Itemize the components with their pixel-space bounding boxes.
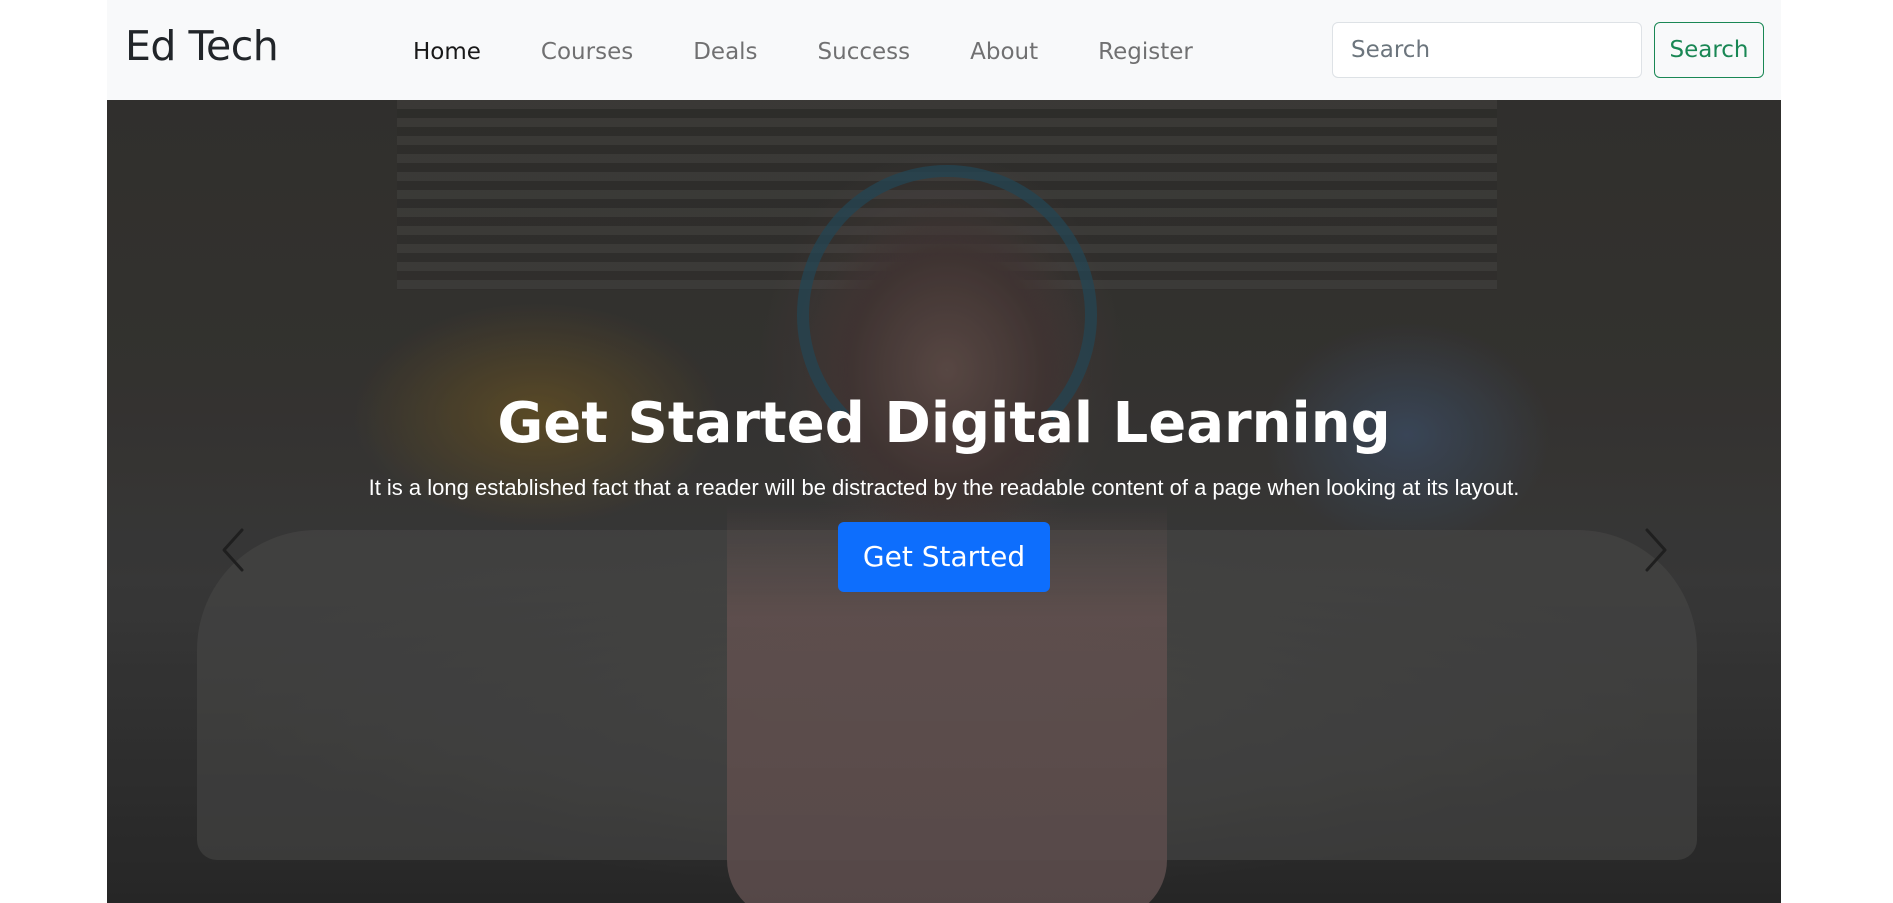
brand-logo[interactable]: Ed Tech [125, 20, 279, 72]
hero-carousel: Get Started Digital Learning It is a lon… [107, 100, 1781, 903]
get-started-button[interactable]: Get Started [837, 522, 1051, 592]
search-input[interactable] [1332, 22, 1642, 78]
hero-title: Get Started Digital Learning [497, 391, 1391, 456]
nav-link-courses[interactable]: Courses [541, 39, 633, 65]
nav-link-register[interactable]: Register [1098, 39, 1193, 65]
nav-link-deals[interactable]: Deals [693, 39, 757, 65]
top-navbar: Ed Tech Home Courses Deals Success About… [107, 0, 1781, 100]
nav-links: Home Courses Deals Success About Registe… [413, 36, 1253, 68]
hero-caption: Get Started Digital Learning It is a lon… [337, 388, 1551, 592]
carousel-next-button[interactable] [1637, 520, 1677, 580]
page: Ed Tech Home Courses Deals Success About… [107, 0, 1781, 903]
search-button[interactable]: Search [1654, 22, 1764, 78]
chevron-left-icon [222, 528, 244, 572]
nav-link-home[interactable]: Home [413, 39, 481, 65]
nav-link-about[interactable]: About [970, 39, 1038, 65]
carousel-prev-button[interactable] [212, 520, 252, 580]
chevron-right-icon [1645, 528, 1667, 572]
nav-link-success[interactable]: Success [818, 39, 911, 65]
hero-description: It is a long established fact that a rea… [368, 475, 1520, 500]
